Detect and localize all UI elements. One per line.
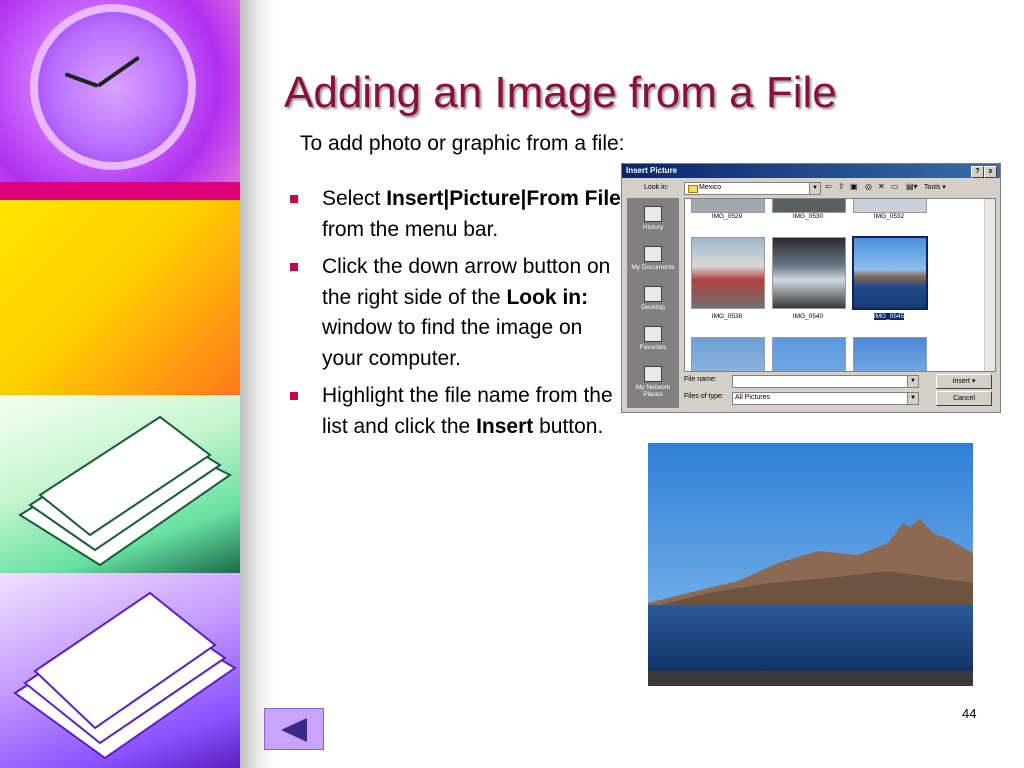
insert-button-label: Insert bbox=[952, 378, 971, 385]
look-in-value: Mexico bbox=[699, 184, 722, 191]
green-papers-image bbox=[18, 415, 232, 567]
bullet-list: Select Insert|Picture|From File from the… bbox=[284, 184, 624, 449]
coastline-image bbox=[648, 443, 973, 686]
chevron-down-icon[interactable]: ▼ bbox=[907, 376, 918, 387]
bullet-1-part-3: from the menu bar. bbox=[322, 217, 499, 241]
cancel-button[interactable]: Cancel bbox=[936, 391, 992, 406]
search-web-icon[interactable]: ◎ bbox=[865, 182, 872, 191]
folder-icon bbox=[688, 185, 698, 193]
look-in-dropdown[interactable]: Mexico ▼ bbox=[684, 182, 821, 195]
files-of-type-value: All Pictures bbox=[735, 394, 771, 401]
place-label: My Network Places bbox=[635, 384, 671, 398]
left-triangle-icon bbox=[281, 718, 307, 742]
strip-shadow bbox=[240, 0, 274, 768]
files-of-type-dropdown[interactable]: All Pictures ▼ bbox=[732, 392, 919, 405]
places-bar: History My Documents Desktop Favorites M… bbox=[627, 198, 679, 408]
bullet-item: Highlight the file name from the list an… bbox=[284, 381, 624, 442]
dialog-title: Insert Picture bbox=[626, 166, 678, 175]
close-button[interactable]: x bbox=[984, 166, 997, 178]
file-thumbnail[interactable] bbox=[772, 237, 846, 309]
help-button[interactable]: ? bbox=[971, 166, 984, 178]
file-thumbnail[interactable] bbox=[691, 337, 765, 371]
bullet-3-part-2: Insert bbox=[476, 414, 534, 438]
file-name[interactable]: IMG_0530 bbox=[768, 213, 848, 220]
views-icon[interactable]: ▤▾ bbox=[906, 182, 918, 191]
bullet-1-part-1: Select bbox=[322, 187, 387, 210]
file-name-label: File name: bbox=[684, 376, 717, 383]
files-of-type-label: Files of type: bbox=[684, 393, 724, 400]
bullet-square-icon bbox=[290, 263, 298, 271]
file-name-selected[interactable]: IMG_0545 bbox=[849, 313, 929, 320]
pink-divider bbox=[0, 182, 240, 200]
page-number: 44 bbox=[962, 706, 977, 721]
purple-clock-image bbox=[38, 12, 188, 162]
bullet-2-part-2: Look in: bbox=[506, 285, 589, 309]
bullet-3-part-3: button. bbox=[533, 414, 604, 438]
previous-slide-button[interactable] bbox=[264, 708, 324, 750]
create-folder-icon[interactable]: ▭ bbox=[891, 182, 899, 191]
place-label: My Documents bbox=[631, 264, 675, 271]
bullet-item: Select Insert|Picture|From File from the… bbox=[284, 184, 624, 245]
file-name[interactable]: IMG_0532 bbox=[849, 213, 929, 220]
purple-clock-panel bbox=[0, 0, 240, 182]
bullet-item: Click the down arrow button on the right… bbox=[284, 252, 624, 374]
decorative-photo-strip: 12369 1245 781011 bbox=[0, 0, 240, 768]
file-thumbnail[interactable] bbox=[691, 237, 765, 309]
purple-papers-panel bbox=[0, 573, 240, 768]
file-thumbnail[interactable] bbox=[772, 199, 846, 213]
place-label: Favorites bbox=[639, 344, 667, 351]
dialog-titlebar: Insert Picture ? x bbox=[622, 164, 1000, 178]
file-list: IMG_0529 IMG_0530 IMG_0532 IMG_0538 IMG_… bbox=[684, 198, 996, 372]
purple-papers-image bbox=[13, 591, 237, 760]
place-my-documents[interactable]: My Documents bbox=[627, 246, 679, 271]
file-thumbnail-selected[interactable] bbox=[852, 236, 928, 310]
file-thumbnail[interactable] bbox=[691, 199, 765, 213]
look-in-label: Look in: bbox=[644, 184, 669, 191]
bullet-1-part-2: Insert|Picture|From File bbox=[386, 187, 621, 210]
insert-button[interactable]: Insert ▾ bbox=[936, 374, 992, 389]
tools-menu[interactable]: Tools ▾ bbox=[924, 183, 946, 191]
file-name[interactable]: IMG_0540 bbox=[768, 313, 848, 320]
tools-label: Tools bbox=[924, 184, 941, 191]
place-desktop[interactable]: Desktop bbox=[627, 286, 679, 311]
file-thumbnail[interactable] bbox=[853, 337, 927, 371]
file-name[interactable]: IMG_0538 bbox=[687, 313, 767, 320]
slide-title: Adding an Image from a File bbox=[284, 68, 837, 117]
file-thumbnail[interactable] bbox=[853, 199, 927, 213]
bullet-square-icon bbox=[290, 392, 298, 400]
insert-picture-dialog: Insert Picture ? x Look in: Mexico ▼ ⇦ ⇧… bbox=[621, 163, 1001, 413]
bullet-2-part-3: window to find the image on your compute… bbox=[322, 316, 583, 370]
chevron-down-icon[interactable]: ▼ bbox=[907, 393, 918, 404]
slide-subtitle: To add photo or graphic from a file: bbox=[300, 132, 625, 155]
network-icon bbox=[644, 366, 662, 382]
file-name-input[interactable]: ▼ bbox=[732, 375, 919, 388]
file-thumbnail[interactable] bbox=[772, 337, 846, 371]
new-folder-icon[interactable]: ▣ bbox=[850, 182, 858, 191]
file-list-scrollbar[interactable] bbox=[984, 199, 995, 371]
place-label: History bbox=[642, 224, 664, 231]
favorites-icon bbox=[644, 326, 662, 342]
place-favorites[interactable]: Favorites bbox=[627, 326, 679, 351]
history-icon bbox=[644, 206, 662, 222]
documents-icon bbox=[644, 246, 662, 262]
desktop-icon bbox=[644, 286, 662, 302]
inserted-coastline-photo bbox=[648, 443, 973, 686]
place-history[interactable]: History bbox=[627, 206, 679, 231]
bullet-square-icon bbox=[290, 195, 298, 203]
green-papers-panel bbox=[0, 395, 240, 573]
yellow-clock-panel: 12369 1245 781011 bbox=[0, 200, 240, 580]
place-label: Desktop bbox=[641, 304, 665, 311]
delete-icon[interactable]: ✕ bbox=[878, 182, 885, 191]
place-my-network-places[interactable]: My Network Places bbox=[627, 366, 679, 398]
file-name[interactable]: IMG_0529 bbox=[687, 213, 767, 220]
up-folder-icon[interactable]: ⇧ bbox=[838, 182, 845, 191]
back-icon[interactable]: ⇦ bbox=[825, 182, 832, 191]
chevron-down-icon[interactable]: ▼ bbox=[809, 183, 820, 194]
